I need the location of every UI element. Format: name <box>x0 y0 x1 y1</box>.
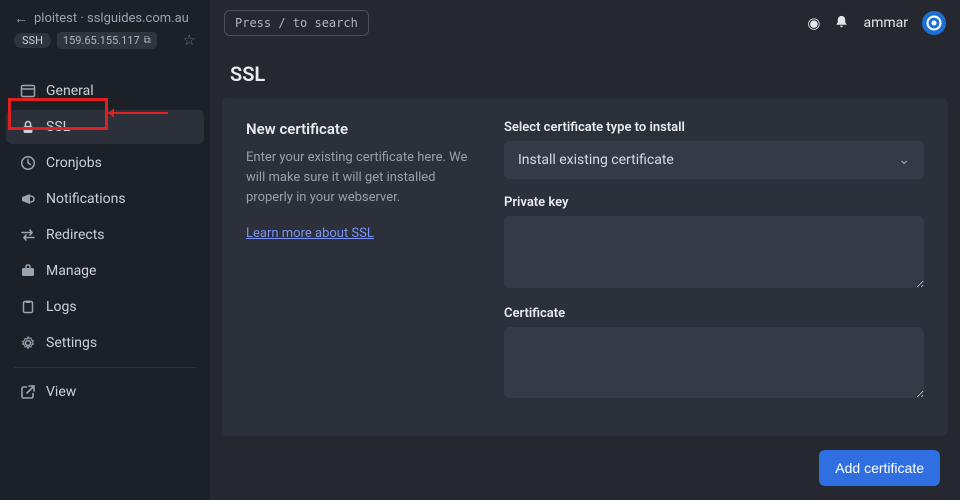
breadcrumb[interactable]: ploitest · sslguides.com.au <box>34 11 189 26</box>
certificate-panel: New certificate Enter your existing cert… <box>222 98 948 436</box>
sidebar-item-notifications[interactable]: Notifications <box>6 182 204 216</box>
username[interactable]: ammar <box>863 15 908 31</box>
page-title: SSL <box>210 46 960 98</box>
clipboard-icon <box>20 299 36 315</box>
sidebar-item-label: General <box>46 83 94 99</box>
sidebar: ← ploitest · sslguides.com.au SSH 159.65… <box>0 0 210 500</box>
star-icon[interactable]: ☆ <box>183 31 196 49</box>
topbar: Press / to search ◉ ammar <box>210 0 960 46</box>
sidebar-item-label: Notifications <box>46 191 126 207</box>
lock-icon <box>20 119 36 135</box>
sidebar-item-label: Manage <box>46 263 96 279</box>
sidebar-item-label: Logs <box>46 299 77 315</box>
sidebar-item-ssl[interactable]: SSL <box>6 110 204 144</box>
sidebar-header: ← ploitest · sslguides.com.au SSH 159.65… <box>0 0 210 59</box>
bell-icon[interactable] <box>834 14 849 33</box>
main-area: Press / to search ◉ ammar SSL New certif… <box>210 0 960 500</box>
panel-footer: Add certificate <box>210 436 960 500</box>
clock-icon <box>20 155 36 171</box>
sidebar-item-manage[interactable]: Manage <box>6 254 204 288</box>
private-key-input[interactable] <box>504 216 924 288</box>
external-icon <box>20 384 36 400</box>
certificate-input[interactable] <box>504 327 924 399</box>
ssh-badge[interactable]: SSH <box>14 33 51 48</box>
sidebar-item-label: Redirects <box>46 227 105 243</box>
record-icon[interactable]: ◉ <box>807 14 820 32</box>
ip-text: 159.65.155.117 <box>63 34 140 47</box>
sidebar-item-view[interactable]: View <box>6 375 204 409</box>
sidebar-item-label: View <box>46 384 76 400</box>
copy-icon[interactable]: ⧉ <box>144 35 151 46</box>
certificate-type-select[interactable]: Install existing certificate ⌄ <box>504 141 924 179</box>
avatar[interactable] <box>922 11 946 35</box>
private-key-label: Private key <box>504 195 924 210</box>
swap-icon <box>20 227 36 243</box>
briefcase-icon <box>20 263 36 279</box>
megaphone-icon <box>20 191 36 207</box>
certificate-label: Certificate <box>504 306 924 321</box>
search-hint[interactable]: Press / to search <box>224 10 369 36</box>
sidebar-item-settings[interactable]: Settings <box>6 326 204 360</box>
sidebar-item-label: Cronjobs <box>46 155 102 171</box>
back-arrow-icon[interactable]: ← <box>14 10 28 27</box>
add-certificate-button[interactable]: Add certificate <box>819 450 940 486</box>
select-label: Select certificate type to install <box>504 120 924 135</box>
select-value: Install existing certificate <box>518 152 674 168</box>
sidebar-nav: General SSL Cronjobs Notifications Redir… <box>0 73 210 410</box>
ip-chip[interactable]: 159.65.155.117 ⧉ <box>57 32 157 49</box>
sidebar-item-logs[interactable]: Logs <box>6 290 204 324</box>
learn-more-link[interactable]: Learn more about SSL <box>246 226 374 241</box>
sidebar-item-general[interactable]: General <box>6 74 204 108</box>
window-icon <box>20 83 36 99</box>
chevron-down-icon: ⌄ <box>898 152 910 168</box>
panel-description: Enter your existing certificate here. We… <box>246 148 476 208</box>
sidebar-item-redirects[interactable]: Redirects <box>6 218 204 252</box>
sidebar-divider <box>14 367 196 368</box>
sidebar-item-label: SSL <box>46 119 70 135</box>
gear-icon <box>20 335 36 351</box>
sidebar-item-cronjobs[interactable]: Cronjobs <box>6 146 204 180</box>
sidebar-item-label: Settings <box>46 335 97 351</box>
panel-heading: New certificate <box>246 120 476 138</box>
